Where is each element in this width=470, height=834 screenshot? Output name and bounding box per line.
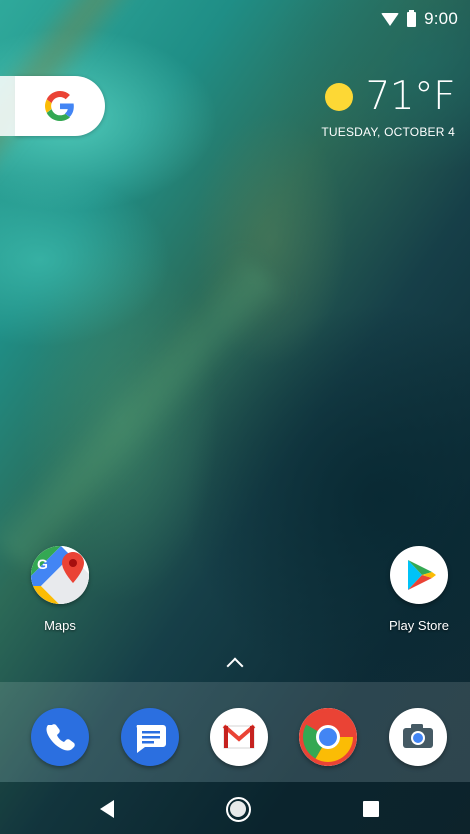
back-icon[interactable] — [100, 800, 114, 818]
battery-icon — [407, 9, 417, 27]
camera-icon[interactable] — [389, 708, 447, 766]
weather-row: 71°F — [295, 75, 455, 119]
maps-icon: G — [31, 546, 89, 604]
wallpaper-coastline-lower — [0, 249, 291, 579]
play-store-label: Play Store — [389, 618, 449, 633]
recents-icon[interactable] — [363, 801, 379, 817]
wifi-icon — [381, 12, 400, 26]
sun-icon — [325, 83, 354, 111]
home-icon[interactable] — [226, 797, 251, 822]
weather-widget[interactable]: 71°F TUESDAY, OCTOBER 4 — [295, 75, 455, 140]
maps-app[interactable]: G Maps — [15, 546, 105, 633]
home-screen: 9:00 71°F TUESDAY, OCTOBER 4 G Maps Play… — [0, 0, 470, 834]
google-search-button[interactable] — [0, 76, 105, 136]
status-time: 9:00 — [424, 9, 458, 28]
svg-text:G: G — [37, 556, 48, 572]
weather-date: TUESDAY, OCTOBER 4 — [321, 125, 455, 139]
phone-icon[interactable] — [31, 708, 89, 766]
chrome-icon[interactable] — [299, 708, 357, 766]
maps-label: Maps — [44, 618, 76, 633]
gmail-icon[interactable] — [210, 708, 268, 766]
app-drawer-chevron-up-icon[interactable] — [226, 657, 244, 675]
status-bar: 9:00 — [0, 0, 470, 38]
play-store-app[interactable]: Play Store — [374, 546, 464, 633]
google-icon — [45, 91, 74, 121]
play-store-icon — [390, 546, 448, 604]
messages-icon[interactable] — [121, 708, 179, 766]
weather-temperature: 71°F — [365, 74, 455, 119]
